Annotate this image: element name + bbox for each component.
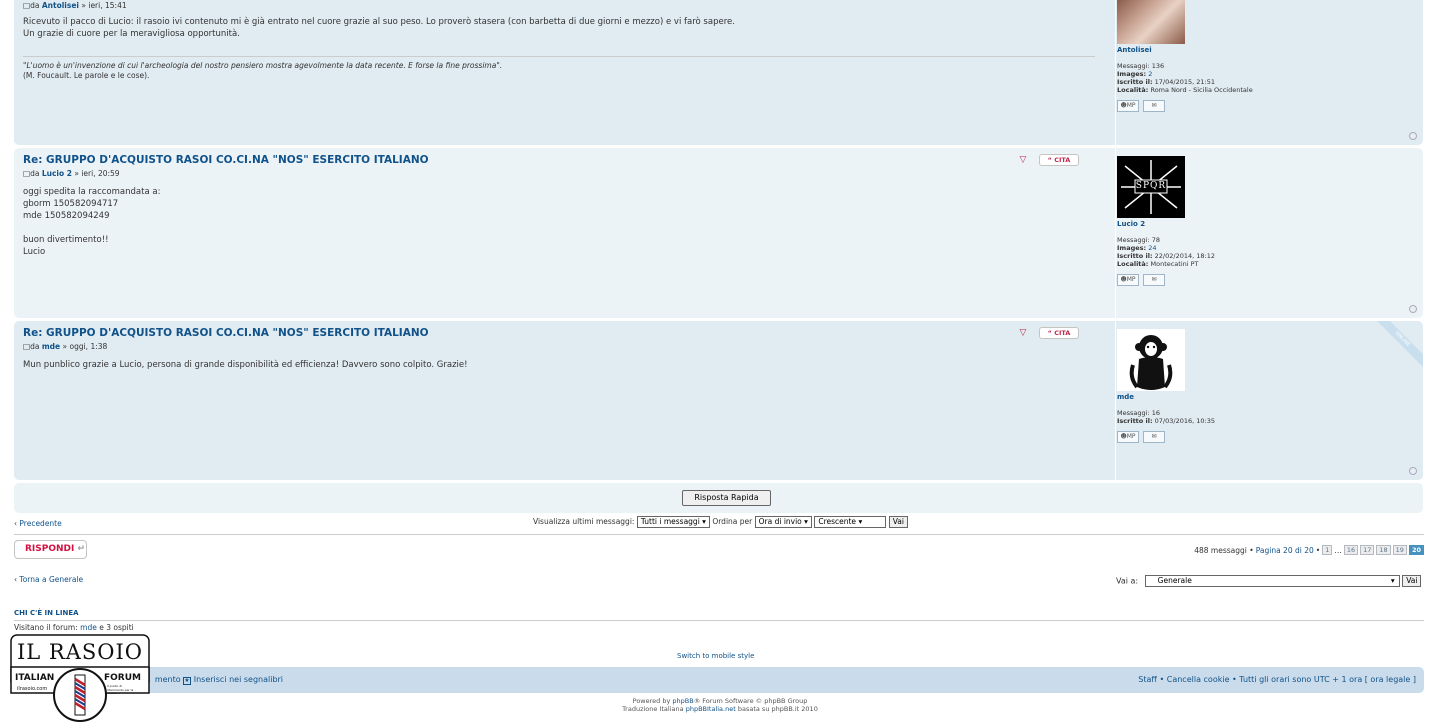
post-content: Ricevuto il pacco di Lucio: il rasoio iv… [23, 17, 735, 39]
post-mde: Re: GRUPPO D'ACQUISTO RASOI CO.CI.NA "NO… [14, 321, 1423, 480]
report-icon[interactable]: ▽ [1017, 327, 1029, 339]
report-icon[interactable]: ▽ [1017, 154, 1029, 166]
page-link[interactable]: 18 [1376, 545, 1391, 555]
quote-button[interactable]: “ CITA [1039, 327, 1079, 339]
profile-antolisei: Antolisei Messaggi: 136 Images: 2 Iscrit… [1115, 0, 1415, 145]
page-link[interactable]: 17 [1360, 545, 1375, 555]
back-to-top-icon[interactable] [1409, 305, 1417, 313]
credits: Powered by phpBB® Forum Software © phpBB… [622, 697, 818, 713]
profile-name[interactable]: Antolisei [1117, 46, 1415, 54]
mobile-style-link[interactable]: Switch to mobile style [677, 652, 754, 660]
order-select[interactable]: Crescente ▾ [814, 516, 887, 528]
post-content: oggi spedita la raccomandata a: gborm 15… [23, 187, 161, 257]
reply-button[interactable]: RISPONDI ↵ [14, 540, 87, 559]
author-link[interactable]: mde [42, 342, 60, 351]
quick-reply-button[interactable]: Risposta Rapida [682, 490, 771, 506]
pm-button[interactable]: ☻MP [1117, 274, 1139, 286]
profile-stats: Messaggi: 136 Images: 2 Iscritto il: 17/… [1117, 62, 1253, 94]
jump-select[interactable]: Generale ▾ [1144, 575, 1400, 587]
reply-arrow-icon: ↵ [77, 544, 86, 554]
display-select[interactable]: Tutti i messaggi ▾ [636, 516, 710, 528]
logo-right: FORUM [104, 673, 141, 683]
pagination: 488 messaggi • Pagina 20 di 20 • 1 … 16 … [1194, 545, 1424, 555]
back-to-top-icon[interactable] [1409, 467, 1417, 475]
post-antolisei: □da Antolisei » ieri, 15:41 Ricevuto il … [14, 0, 1423, 145]
avatar: SPQR [1117, 156, 1185, 218]
divider [14, 620, 1424, 621]
post-content: Mun punblico grazie a Lucio, persona di … [23, 360, 468, 370]
footer-bar: ✓ tto mento ★ Inserisci nei segnalibri S… [14, 667, 1424, 693]
profile-name[interactable]: Lucio 2 [1117, 220, 1415, 228]
jump-go-button[interactable]: Vai [1402, 575, 1422, 587]
display-options: Visualizza ultimi messaggi: Tutti i mess… [533, 516, 908, 528]
post-signature: "L'uomo è un'invenzione di cui l'archeol… [23, 56, 1095, 81]
go-button[interactable]: Vai [888, 516, 908, 528]
email-icon[interactable]: ✉ [1143, 100, 1165, 112]
quick-reply-panel: Risposta Rapida [14, 483, 1423, 513]
profile-lucio2: SPQR Lucio 2 Messaggi: 78 Images: 24 Isc… [1115, 148, 1415, 318]
page-link[interactable]: 16 [1343, 545, 1359, 555]
post-author-line: □da Lucio 2 » ieri, 20:59 [23, 169, 120, 178]
email-icon[interactable]: ✉ [1143, 431, 1165, 443]
quote-button[interactable]: “ CITA [1039, 154, 1079, 166]
site-logo[interactable]: IL RASOIO ITALIAN FORUM ilrasoio.com Il … [5, 631, 155, 723]
prev-link[interactable]: ‹ Precedente [14, 519, 62, 528]
post-title[interactable]: Re: GRUPPO D'ACQUISTO RASOI CO.CI.NA "NO… [23, 154, 1093, 166]
profile-mde: mde Messaggi: 16 Iscritto il: 07/03/2016… [1115, 321, 1415, 480]
footer-right: Staff • Cancella cookie • Tutti gli orar… [1138, 675, 1416, 684]
profile-stats: Messaggi: 16 Iscritto il: 07/03/2016, 10… [1117, 409, 1215, 425]
pm-button[interactable]: ☻MP [1117, 100, 1139, 112]
logo-tagline: Il punto di riferimento per la rasatura [107, 684, 134, 695]
monkey-avatar-icon [1129, 335, 1173, 390]
avatar [1117, 0, 1185, 44]
page-current: 20 [1408, 545, 1424, 555]
pm-button[interactable]: ☻MP [1117, 431, 1139, 443]
online-heading: CHI C'È IN LINEA [14, 609, 79, 617]
avatar [1117, 329, 1185, 391]
chevron-left-icon: ‹ [14, 575, 17, 584]
back-to-forum-link[interactable]: ‹ Torna a Generale [14, 575, 83, 584]
logo-site: ilrasoio.com [17, 686, 48, 692]
post-lucio2: Re: GRUPPO D'ACQUISTO RASOI CO.CI.NA "NO… [14, 148, 1423, 318]
author-link[interactable]: Lucio 2 [42, 169, 72, 178]
post-author-line: □da mde » oggi, 1:38 [23, 342, 108, 351]
email-icon[interactable]: ✉ [1143, 274, 1165, 286]
divider [14, 534, 1424, 535]
profile-stats: Messaggi: 78 Images: 24 Iscritto il: 22/… [1117, 236, 1215, 268]
author-link[interactable]: Antolisei [42, 1, 79, 10]
bookmark-icon: ★ [183, 677, 192, 685]
post-author-line: □da Antolisei » ieri, 15:41 [23, 1, 127, 10]
jump-box: Vai a: Generale ▾ Vai [1116, 575, 1422, 587]
page-link[interactable]: 1 [1322, 545, 1333, 555]
sort-select[interactable]: Ora di invio ▾ [754, 516, 812, 528]
logo-left: ITALIAN [15, 673, 55, 683]
chevron-left-icon: ‹ [14, 519, 17, 528]
back-to-top-icon[interactable] [1409, 132, 1417, 140]
post-title[interactable]: Re: GRUPPO D'ACQUISTO RASOI CO.CI.NA "NO… [23, 327, 1093, 339]
logo-title: IL RASOIO [17, 640, 144, 664]
page-link[interactable]: 19 [1392, 545, 1407, 555]
